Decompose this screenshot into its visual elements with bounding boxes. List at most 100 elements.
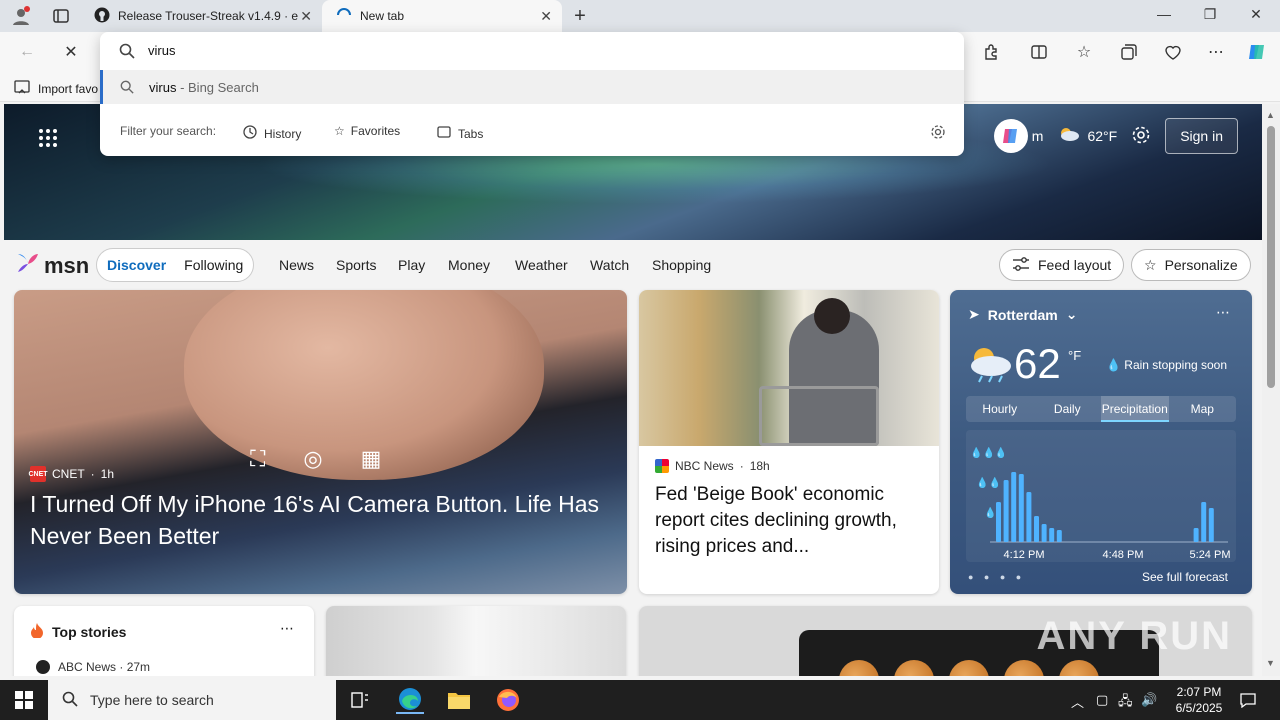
file-explorer-icon[interactable] [445, 686, 473, 714]
taskbar-search-placeholder: Type here to search [90, 692, 214, 708]
chart-time-3: 5:24 PM [1190, 549, 1231, 561]
nav-shopping[interactable]: Shopping [652, 257, 711, 273]
feed-layout-button[interactable]: Feed layout [999, 249, 1125, 281]
edge-taskbar-icon[interactable] [396, 686, 424, 714]
precipitation-chart: 💧💧💧 💧💧 💧 4:12 PM 4:48 PM 5:24 PM [966, 430, 1236, 562]
msn-nav-bar: msn Discover Following News Sports Play … [4, 240, 1262, 290]
task-view-icon[interactable] [346, 686, 374, 714]
apps-grid-icon[interactable] [38, 128, 58, 148]
address-bar [100, 32, 964, 70]
stop-icon[interactable]: ✕ [60, 41, 82, 63]
pagination-dots[interactable]: ● ● ● ● [968, 572, 1025, 582]
suggestion-bing-search[interactable]: virus - Bing Search [100, 70, 964, 104]
tab-discover[interactable]: Discover [107, 257, 166, 273]
news-article-card[interactable]: NBC News · 18h Fed 'Beige Book' economic r… [639, 290, 939, 594]
filter-favorites[interactable]: ☆ Favorites [334, 124, 400, 138]
more-icon[interactable]: ⋯ [1216, 304, 1230, 321]
copilot-icon[interactable] [1246, 41, 1268, 63]
close-window-icon[interactable]: ✕ [1246, 6, 1266, 23]
nav-news[interactable]: News [279, 257, 314, 273]
precip-bar [1011, 472, 1017, 542]
settings-gear-icon[interactable] [930, 124, 946, 140]
split-screen-icon[interactable] [1028, 41, 1050, 63]
nav-watch[interactable]: Watch [590, 257, 629, 273]
address-bar-dropdown: virus - Bing Search Filter your search: … [100, 32, 964, 156]
scroll-thumb[interactable] [1267, 126, 1275, 388]
chevron-down-icon: ⌄ [1065, 306, 1078, 322]
minimize-icon[interactable]: — [1154, 6, 1174, 22]
weather-mini[interactable]: 62°F [1057, 125, 1117, 148]
tab-title: Release Trouser-Streak v1.4.9 · etianl [118, 9, 298, 23]
weather-tab-precipitation[interactable]: Precipitation [1101, 396, 1169, 422]
nav-weather[interactable]: Weather [515, 257, 568, 273]
taskbar-search-box[interactable]: Type here to search [48, 680, 336, 720]
extensions-icon[interactable] [980, 41, 1002, 63]
system-clock[interactable]: 2:07 PM 6/5/2025 [1162, 684, 1236, 716]
import-favorites-button[interactable]: Import favo [14, 79, 98, 98]
close-tab-icon[interactable]: ✕ [300, 8, 312, 25]
nav-money[interactable]: Money [448, 257, 490, 273]
chart-time-2: 4:48 PM [1103, 549, 1144, 561]
device-icon[interactable]: ▢ [1096, 692, 1108, 708]
article-headline[interactable]: Fed 'Beige Book' economic report cites d… [655, 482, 925, 560]
top-stories-card[interactable]: Top stories ⋯ ABC News · 27m [14, 606, 314, 676]
tab-actions-icon[interactable] [50, 5, 72, 27]
appliance-article-card[interactable] [326, 606, 626, 676]
scroll-up-icon[interactable]: ▲ [1266, 110, 1275, 120]
nav-play[interactable]: Play [398, 257, 425, 273]
weather-location[interactable]: ➤ Rotterdam ⌄ [968, 306, 1077, 323]
restore-icon[interactable]: ❐ [1200, 6, 1220, 23]
page-scrollbar[interactable]: ▲ ▼ [1262, 104, 1280, 676]
featured-article-card[interactable]: ⛶ ◎ ▦ CNET CNET · 1h I Turned Off My iPhon… [14, 290, 627, 594]
history-icon [242, 124, 258, 143]
close-tab-icon[interactable]: ✕ [540, 8, 552, 25]
filter-history[interactable]: History [242, 124, 301, 143]
search-icon [116, 40, 138, 62]
tab-github-release[interactable]: Release Trouser-Streak v1.4.9 · etianl ✕ [84, 0, 322, 32]
tab-following[interactable]: Following [184, 257, 243, 273]
show-hidden-icons-icon[interactable]: ︿ [1071, 692, 1084, 711]
flame-icon [30, 622, 44, 641]
weather-temperature: 62 [1014, 340, 1061, 387]
partly-cloudy-rain-icon [964, 344, 1014, 384]
more-options-icon[interactable]: ⋯ [1205, 41, 1227, 63]
nav-sports[interactable]: Sports [336, 257, 376, 273]
volume-icon[interactable]: 🔊 [1141, 692, 1157, 708]
import-icon [14, 79, 30, 98]
weather-tab-daily[interactable]: Daily [1034, 396, 1102, 422]
sign-in-button[interactable]: Sign in [1165, 118, 1238, 154]
back-icon[interactable]: ← [16, 41, 38, 63]
weather-tab-map[interactable]: Map [1169, 396, 1237, 422]
profile-icon[interactable] [10, 5, 32, 27]
filter-tabs[interactable]: Tabs [436, 124, 483, 143]
weather-tab-hourly[interactable]: Hourly [966, 396, 1034, 422]
network-icon[interactable]: 🖧 [1118, 692, 1133, 714]
tab-new-tab[interactable]: New tab ✕ [322, 0, 562, 32]
camera-controls-image: ⛶ ◎ ▦ [250, 446, 381, 472]
article-headline[interactable]: I Turned Off My iPhone 16's AI Camera Bu… [30, 488, 610, 552]
clock-time: 2:07 PM [1176, 685, 1222, 699]
cnet-logo-icon: CNET [28, 466, 48, 482]
msn-butterfly-icon [16, 252, 40, 280]
msn-logo[interactable]: msn [16, 252, 89, 280]
address-input[interactable] [148, 43, 848, 58]
firefox-icon[interactable] [494, 686, 522, 714]
notifications-icon[interactable] [1240, 692, 1256, 711]
scroll-down-icon[interactable]: ▼ [1266, 658, 1275, 668]
browser-essentials-icon[interactable] [1162, 41, 1184, 63]
github-icon [94, 7, 110, 26]
precip-bar [1034, 516, 1039, 542]
weather-card[interactable]: ➤ Rotterdam ⌄ ⋯ 62 °F 💧 Rain stopping so… [950, 290, 1252, 594]
favorites-icon[interactable]: ☆ [1073, 41, 1095, 63]
see-full-forecast-link[interactable]: See full forecast [1142, 570, 1228, 584]
precip-bar [1049, 528, 1055, 542]
more-icon[interactable]: ⋯ [280, 620, 294, 637]
personalize-button[interactable]: ☆ Personalize [1131, 249, 1251, 281]
precip-bar [1041, 524, 1047, 542]
collections-icon[interactable] [1118, 41, 1140, 63]
windows-taskbar: Type here to search ︿ ▢ 🖧 🔊 2:07 PM 6/5/… [0, 680, 1280, 720]
windows-start-icon[interactable] [0, 680, 48, 720]
page-settings-icon[interactable] [1131, 125, 1151, 148]
new-tab-icon[interactable]: + [569, 5, 591, 27]
copilot-badge-icon[interactable] [993, 119, 1028, 153]
